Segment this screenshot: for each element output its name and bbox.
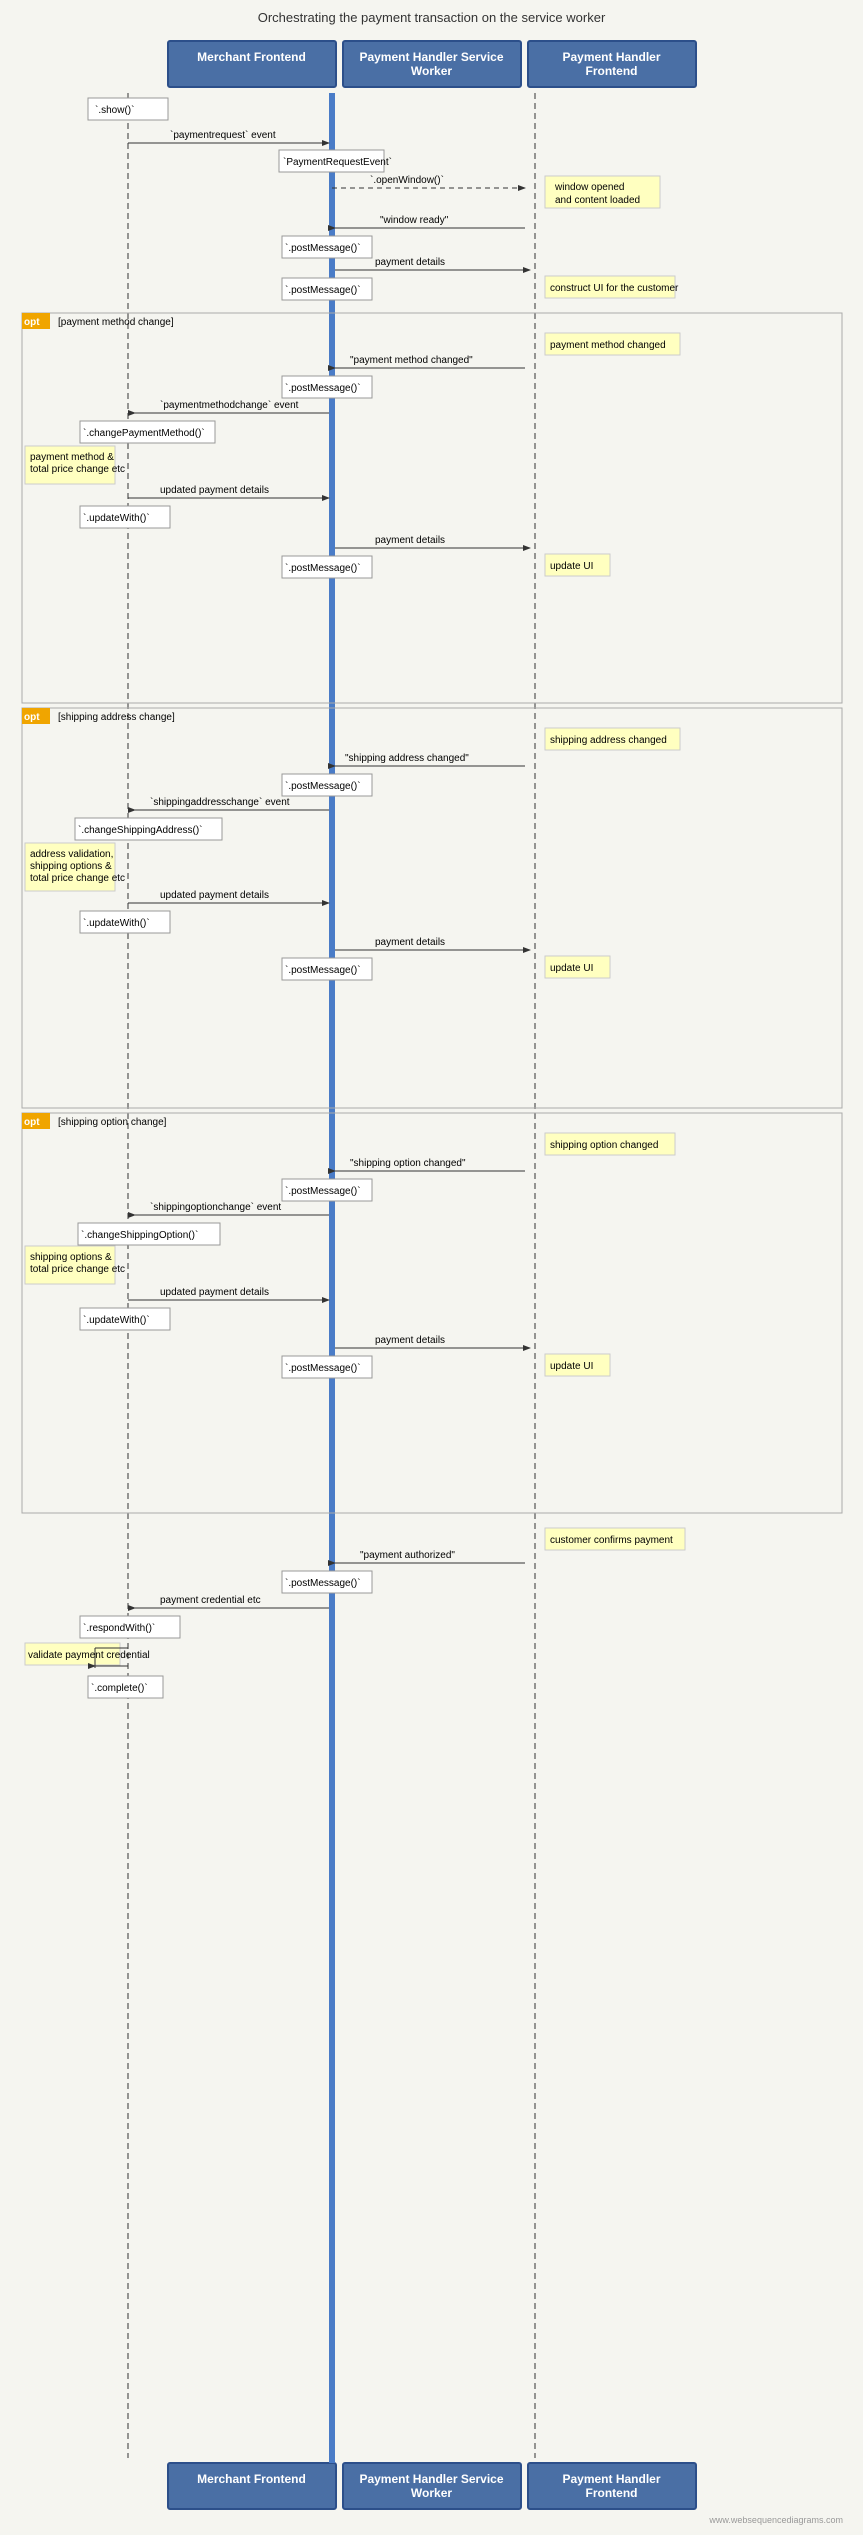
svg-text:update UI: update UI xyxy=(550,1361,593,1372)
header-row: Merchant Frontend Payment Handler Servic… xyxy=(20,40,843,88)
svg-text:updated payment details: updated payment details xyxy=(160,1287,269,1298)
svg-text:`paymentrequest` event: `paymentrequest` event xyxy=(170,129,276,141)
svg-text:`.changeShippingOption()`: `.changeShippingOption()` xyxy=(81,1229,198,1241)
svg-text:opt: opt xyxy=(24,1117,40,1128)
svg-text:`.changePaymentMethod()`: `.changePaymentMethod()` xyxy=(83,427,205,439)
svg-text:opt: opt xyxy=(24,712,40,723)
header-worker: Payment Handler Service Worker xyxy=(342,40,522,88)
svg-text:total price change etc: total price change etc xyxy=(30,873,125,884)
svg-text:`.show()`: `.show()` xyxy=(95,104,134,116)
svg-text:payment details: payment details xyxy=(375,937,445,948)
svg-text:"shipping address changed": "shipping address changed" xyxy=(345,753,469,764)
svg-text:validate payment credential: validate payment credential xyxy=(28,1650,150,1661)
svg-text:payment details: payment details xyxy=(375,535,445,546)
svg-text:`.respondWith()`: `.respondWith()` xyxy=(83,1622,155,1634)
svg-text:payment method changed: payment method changed xyxy=(550,340,666,351)
svg-text:address validation,: address validation, xyxy=(30,849,113,860)
svg-text:shipping options &: shipping options & xyxy=(30,1252,112,1263)
svg-text:`.updateWith()`: `.updateWith()` xyxy=(83,512,150,524)
svg-text:`.postMessage()`: `.postMessage()` xyxy=(285,242,361,254)
svg-text:construct UI for the customer: construct UI for the customer xyxy=(550,283,679,294)
diagram-title: Orchestrating the payment transaction on… xyxy=(20,10,843,25)
svg-text:`.postMessage()`: `.postMessage()` xyxy=(285,562,361,574)
svg-text:`.postMessage()`: `.postMessage()` xyxy=(285,964,361,976)
svg-text:[shipping address change]: [shipping address change] xyxy=(58,712,175,723)
header-merchant: Merchant Frontend xyxy=(167,40,337,88)
header-frontend: Payment Handler Frontend xyxy=(527,40,697,88)
svg-text:`paymentmethodchange` event: `paymentmethodchange` event xyxy=(160,399,299,411)
svg-text:[shipping option change]: [shipping option change] xyxy=(58,1117,167,1128)
svg-text:`.postMessage()`: `.postMessage()` xyxy=(285,780,361,792)
svg-text:`.openWindow()`: `.openWindow()` xyxy=(370,174,444,186)
svg-text:[payment method change]: [payment method change] xyxy=(58,317,174,328)
watermark: www.websequencediagrams.com xyxy=(20,2515,843,2525)
svg-text:update UI: update UI xyxy=(550,561,593,572)
svg-text:updated payment details: updated payment details xyxy=(160,485,269,496)
sequence-diagram-svg: `.show()` `paymentrequest` event `Paymen… xyxy=(20,88,843,2468)
svg-text:total price change etc: total price change etc xyxy=(30,1264,125,1275)
svg-text:payment credential etc: payment credential etc xyxy=(160,1595,261,1606)
svg-text:`.postMessage()`: `.postMessage()` xyxy=(285,1577,361,1589)
svg-text:window opened: window opened xyxy=(554,182,625,193)
svg-text:payment details: payment details xyxy=(375,257,445,268)
svg-text:`.postMessage()`: `.postMessage()` xyxy=(285,284,361,296)
svg-text:payment method &: payment method & xyxy=(30,452,114,463)
svg-text:`shippingoptionchange` event: `shippingoptionchange` event xyxy=(150,1201,281,1213)
svg-text:`PaymentRequestEvent`: `PaymentRequestEvent` xyxy=(283,156,392,168)
svg-text:"window ready": "window ready" xyxy=(380,215,449,226)
svg-text:`.postMessage()`: `.postMessage()` xyxy=(285,382,361,394)
svg-text:updated payment details: updated payment details xyxy=(160,890,269,901)
svg-text:"payment method changed": "payment method changed" xyxy=(350,355,473,366)
svg-text:"shipping option changed": "shipping option changed" xyxy=(350,1158,466,1169)
diagram-container: Orchestrating the payment transaction on… xyxy=(0,0,863,2535)
svg-text:total price change etc: total price change etc xyxy=(30,464,125,475)
svg-text:and content loaded: and content loaded xyxy=(555,195,640,206)
svg-text:update UI: update UI xyxy=(550,963,593,974)
sequence-area: `.show()` `paymentrequest` event `Paymen… xyxy=(20,88,843,2472)
svg-text:customer confirms payment: customer confirms payment xyxy=(550,1535,673,1546)
svg-text:"payment authorized": "payment authorized" xyxy=(360,1550,455,1561)
svg-text:`.updateWith()`: `.updateWith()` xyxy=(83,1314,150,1326)
svg-text:`shippingaddresschange` event: `shippingaddresschange` event xyxy=(150,796,290,808)
svg-text:shipping options &: shipping options & xyxy=(30,861,112,872)
svg-text:`.postMessage()`: `.postMessage()` xyxy=(285,1362,361,1374)
svg-text:`.updateWith()`: `.updateWith()` xyxy=(83,917,150,929)
svg-text:shipping address changed: shipping address changed xyxy=(550,735,667,746)
svg-text:`.complete()`: `.complete()` xyxy=(91,1682,148,1694)
svg-text:shipping option changed: shipping option changed xyxy=(550,1140,658,1151)
svg-text:payment details: payment details xyxy=(375,1335,445,1346)
svg-text:`.changeShippingAddress()`: `.changeShippingAddress()` xyxy=(78,824,203,836)
svg-text:opt: opt xyxy=(24,317,40,328)
svg-text:`.postMessage()`: `.postMessage()` xyxy=(285,1185,361,1197)
